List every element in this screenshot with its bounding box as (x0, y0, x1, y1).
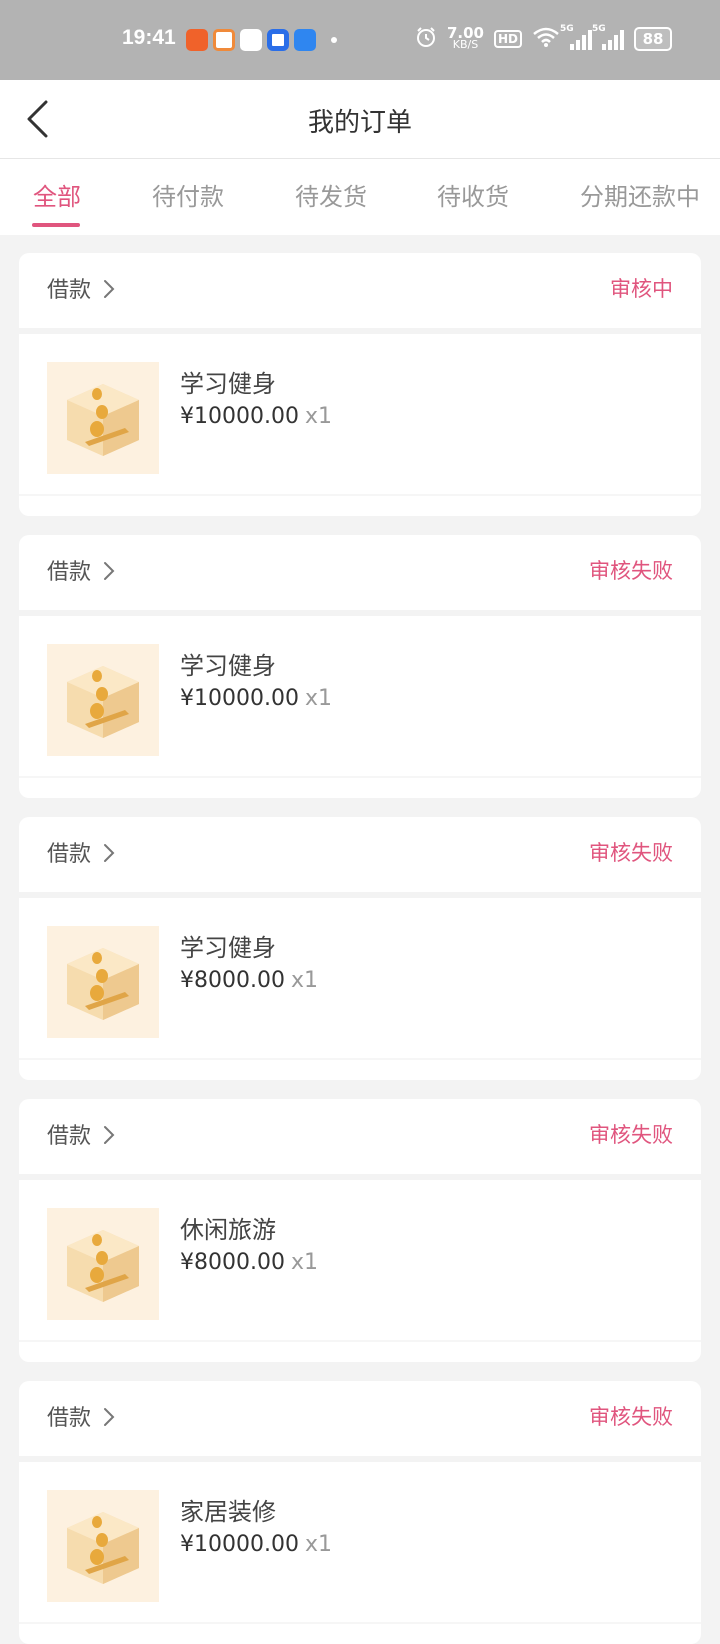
order-type-label: 借款 (47, 842, 92, 867)
product-quantity: x1 (290, 968, 319, 993)
tab-all[interactable]: 全部 (33, 177, 81, 212)
chevron-right-icon (104, 280, 115, 298)
product-price: ¥10000.00 (180, 686, 299, 711)
wifi-icon (532, 26, 560, 51)
product-price-row: ¥10000.00 x1 (180, 1532, 332, 1557)
order-type-label: 借款 (47, 560, 92, 585)
product-price-row: ¥8000.00 x1 (180, 968, 318, 993)
tab-pending-receipt[interactable]: 待收货 (437, 177, 509, 212)
chevron-right-icon (104, 844, 115, 862)
status-bar: 19:41 7.00 KB/S HD 5G 5G 88 (0, 0, 720, 80)
product-price-row: ¥8000.00 x1 (180, 1250, 318, 1275)
order-header[interactable]: 借款 审核失败 (19, 535, 701, 610)
order-status-badge: 审核失败 (589, 559, 673, 583)
signal-icon-2: 5G (592, 24, 624, 50)
coin-box-product-icon (47, 1208, 159, 1320)
qq-app-icon (240, 29, 262, 51)
product-quantity: x1 (290, 1250, 319, 1275)
order-type-label: 借款 (47, 1124, 92, 1149)
page-title: 我的订单 (307, 108, 412, 138)
coin-box-product-icon (47, 1490, 159, 1602)
coin-box-product-icon (47, 926, 159, 1038)
order-tabs: 全部 待付款 待发货 待收货 分期还款中 (0, 159, 720, 235)
status-right: 7.00 KB/S HD 5G 5G 88 (415, 23, 672, 51)
divider (19, 1058, 701, 1060)
order-body[interactable]: 休闲旅游 ¥8000.00 x1 (19, 1180, 701, 1362)
order-type-label: 借款 (47, 278, 92, 303)
chevron-right-icon (104, 562, 115, 580)
divider (19, 494, 701, 496)
signal-icon: 5G (560, 24, 592, 50)
product-price: ¥8000.00 (180, 1250, 285, 1275)
chevron-right-icon (104, 1408, 115, 1426)
order-header[interactable]: 借款 审核中 (19, 253, 701, 328)
tab-installment-repaying[interactable]: 分期还款中 (580, 177, 700, 212)
tab-pending-shipment[interactable]: 待发货 (295, 177, 367, 212)
product-quantity: x1 (304, 1532, 333, 1557)
hd-badge: HD (493, 29, 522, 48)
product-name: 学习健身 (180, 652, 276, 680)
notification-icons (186, 29, 337, 51)
order-card[interactable]: 借款 审核失败 家居装修 ¥10000.00 x1 (19, 1381, 701, 1644)
divider (19, 776, 701, 778)
product-name: 家居装修 (180, 1498, 276, 1526)
divider (19, 1340, 701, 1342)
product-price: ¥8000.00 (180, 968, 285, 993)
net-speed: 7.00 KB/S (446, 23, 484, 51)
chevron-right-icon (104, 1126, 115, 1144)
order-body[interactable]: 学习健身 ¥10000.00 x1 (19, 334, 701, 516)
order-header[interactable]: 借款 审核失败 (19, 1099, 701, 1174)
active-tab-indicator (32, 223, 80, 227)
product-price: ¥10000.00 (180, 404, 299, 429)
didi-app-icon (213, 29, 235, 51)
product-price-row: ¥10000.00 x1 (180, 404, 332, 429)
circle-app-icon (267, 29, 289, 51)
coin-box-product-icon (47, 362, 159, 474)
header-bar: 我的订单 (0, 80, 720, 159)
blue-app-icon (294, 29, 316, 51)
product-name: 休闲旅游 (180, 1216, 276, 1244)
order-card[interactable]: 借款 审核失败 学习健身 ¥8000.00 x1 (19, 817, 701, 1080)
coin-box-product-icon (47, 644, 159, 756)
product-price-row: ¥10000.00 x1 (180, 686, 332, 711)
order-body[interactable]: 学习健身 ¥10000.00 x1 (19, 616, 701, 798)
order-body[interactable]: 学习健身 ¥8000.00 x1 (19, 898, 701, 1080)
product-quantity: x1 (304, 686, 333, 711)
order-card[interactable]: 借款 审核中 学习健身 ¥10000.00 x1 (19, 253, 701, 516)
order-body[interactable]: 家居装修 ¥10000.00 x1 (19, 1462, 701, 1644)
status-time: 19:41 (122, 26, 176, 49)
alarm-icon (415, 26, 437, 51)
order-card[interactable]: 借款 审核失败 休闲旅游 ¥8000.00 x1 (19, 1099, 701, 1362)
order-status-badge: 审核失败 (589, 1405, 673, 1429)
order-header[interactable]: 借款 审核失败 (19, 1381, 701, 1456)
order-status-badge: 审核失败 (589, 841, 673, 865)
product-name: 学习健身 (180, 370, 276, 398)
order-status-badge: 审核失败 (589, 1123, 673, 1147)
product-name: 学习健身 (180, 934, 276, 962)
battery-indicator: 88 (634, 26, 672, 51)
divider (19, 1622, 701, 1624)
product-price: ¥10000.00 (180, 1532, 299, 1557)
more-notifications-dot (331, 37, 337, 43)
tab-pending-payment[interactable]: 待付款 (152, 177, 224, 212)
product-quantity: x1 (304, 404, 333, 429)
order-type-label: 借款 (47, 1406, 92, 1431)
order-header[interactable]: 借款 审核失败 (19, 817, 701, 892)
taobao-app-icon (186, 29, 208, 51)
order-status-badge: 审核中 (610, 277, 673, 301)
order-card[interactable]: 借款 审核失败 学习健身 ¥10000.00 x1 (19, 535, 701, 798)
